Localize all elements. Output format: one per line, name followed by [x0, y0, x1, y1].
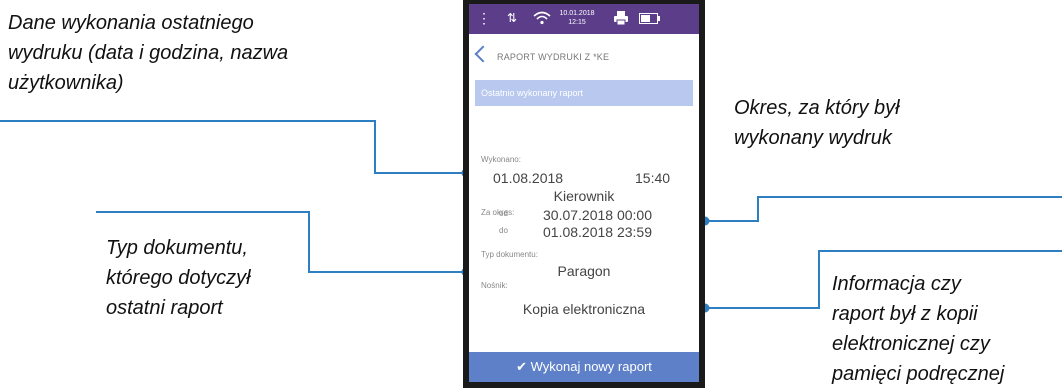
signal-arrows-icon: ⇅	[507, 11, 518, 25]
period-label: Za okres:	[481, 208, 515, 217]
executed-date: 01.08.2018	[493, 170, 564, 186]
from-value: 30.07.2018 00:00	[543, 207, 652, 223]
callout-line-period	[705, 196, 1062, 222]
to-label: do	[499, 226, 508, 235]
executed-time: 15:40	[635, 170, 671, 186]
callout-line-medium	[705, 250, 1062, 309]
callout-line-doc-type	[96, 211, 466, 273]
section-header: Ostatnio wykonany raport	[475, 80, 693, 106]
medium-label: Nośnik:	[481, 281, 508, 290]
device-screen: ⋮ ⇅ 10.01.2018 12:15 RAPORT WYDRUKI Z *K…	[469, 4, 699, 382]
device-frame: ⋮ ⇅ 10.01.2018 12:15 RAPORT WYDRUKI Z *K…	[463, 0, 705, 388]
executed-label: Wykonano:	[481, 155, 521, 164]
printer-icon	[614, 11, 628, 26]
medium-value: Kopia elektroniczna	[522, 301, 646, 317]
to-value: 01.08.2018 23:59	[543, 224, 652, 240]
menu-dots-icon[interactable]: ⋮	[477, 10, 491, 26]
from-label: od	[499, 209, 508, 218]
status-time: 12:15	[568, 19, 586, 26]
callout-line-last-print	[0, 120, 466, 174]
status-datetime: 10.01.2018 12:15	[559, 9, 595, 27]
doc-type-label: Typ dokumentu:	[481, 250, 538, 259]
status-bar: ⋮ ⇅ 10.01.2018 12:15	[469, 4, 699, 34]
wifi-icon	[533, 11, 551, 25]
battery-icon	[639, 13, 660, 24]
executed-user: Kierownik	[553, 188, 615, 204]
page-title: RAPORT WYDRUKI Z *KE	[497, 52, 610, 62]
doc-type-value: Paragon	[557, 263, 611, 279]
status-date: 10.01.2018	[559, 10, 595, 17]
new-report-button[interactable]: ✔ Wykonaj nowy raport	[469, 352, 699, 382]
